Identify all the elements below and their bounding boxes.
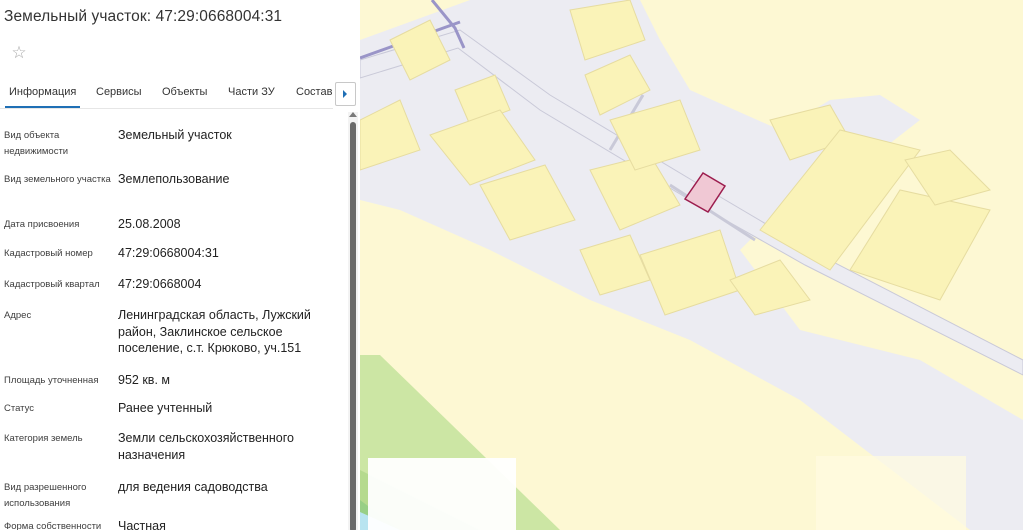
map-canvas[interactable] — [360, 0, 1023, 530]
property-value: Земли сельскохозяйственного назначения — [118, 431, 294, 462]
property-value: Земельный участок — [118, 128, 232, 142]
property-label: Категория земель — [4, 433, 83, 444]
property-value: Ранее учтенный — [118, 401, 213, 415]
scroll-up-arrow-icon[interactable] — [349, 112, 357, 117]
property-label: Форма собственности — [4, 521, 102, 530]
tabs-next-button[interactable] — [335, 82, 356, 106]
page-title: Земельный участок: 47:29:0668004:31 — [4, 8, 283, 25]
tab-composition[interactable]: Состав — [296, 86, 332, 98]
property-value: 25.08.2008 — [118, 217, 181, 231]
property-label: Вид разрешенного использования — [4, 482, 87, 509]
property-value: Землепользование — [118, 172, 230, 186]
property-value: 47:29:0668004:31 — [118, 246, 219, 260]
info-panel: Земельный участок: 47:29:0668004:31 ☆ Ин… — [0, 0, 361, 530]
property-label: Площадь уточненная — [4, 375, 99, 386]
property-label: Кадастровый квартал — [4, 279, 100, 290]
app-window: Земельный участок: 47:29:0668004:31 ☆ Ин… — [0, 0, 1023, 530]
tab-parts[interactable]: Части ЗУ — [228, 86, 275, 98]
scrollbar-thumb[interactable] — [350, 122, 356, 530]
property-label: Адрес — [4, 310, 32, 321]
property-value: для ведения садоводства — [118, 480, 268, 494]
property-label: Вид объекта недвижимости — [4, 130, 69, 157]
map-label-patch — [368, 458, 516, 530]
tab-services[interactable]: Сервисы — [96, 86, 142, 98]
property-value: 952 кв. м — [118, 373, 170, 387]
property-label: Кадастровый номер — [4, 248, 93, 259]
property-label: Вид земельного участка — [4, 174, 111, 185]
map-view[interactable] — [360, 0, 1023, 530]
tab-bar: Информация Сервисы Объекты Части ЗУ Сост… — [0, 78, 360, 108]
tab-info[interactable]: Информация — [4, 86, 81, 108]
tabs-divider — [0, 108, 333, 109]
property-label: Статус — [4, 403, 35, 414]
property-label: Дата присвоения — [4, 219, 80, 230]
property-value: 47:29:0668004 — [118, 277, 202, 291]
property-value: Ленинградская область, Лужский район, За… — [118, 308, 311, 355]
chevron-right-icon — [343, 90, 347, 98]
star-outline-icon[interactable]: ☆ — [8, 42, 30, 64]
tab-objects[interactable]: Объекты — [162, 86, 207, 98]
property-value: Частная — [118, 519, 166, 530]
map-label-patch — [816, 456, 966, 530]
